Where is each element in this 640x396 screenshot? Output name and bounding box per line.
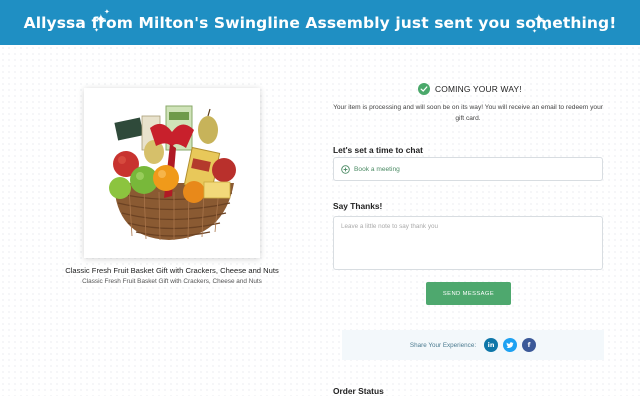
order-status-label: Order Status bbox=[333, 386, 384, 396]
fruit-basket-image bbox=[109, 105, 236, 241]
status-message: Your item is processing and will soon be… bbox=[333, 104, 603, 122]
status-heading: COMING YOUR WAY! bbox=[435, 84, 522, 94]
check-circle-icon bbox=[418, 83, 430, 95]
share-label: Share Your Experience: bbox=[409, 341, 477, 349]
product-title: Classic Fresh Fruit Basket Gift with Cra… bbox=[65, 266, 279, 275]
product-image-card bbox=[84, 88, 260, 258]
banner-title: Allyssa from Milton's Swingline Assembly… bbox=[23, 13, 617, 32]
chat-label: Let's set a time to chat bbox=[333, 145, 423, 155]
thank-you-note-input[interactable] bbox=[333, 216, 603, 270]
status-header: COMING YOUR WAY! bbox=[418, 83, 522, 95]
header-banner: ✦ ✦ ✦ Allyssa from Milton's Swingline As… bbox=[0, 0, 640, 45]
sparkle-icon: ✦ bbox=[532, 29, 538, 35]
sparkle-icon: ✦ bbox=[543, 26, 549, 33]
facebook-icon[interactable]: f bbox=[522, 338, 537, 352]
say-thanks-label: Say Thanks! bbox=[333, 201, 383, 211]
sparkle-icon: ✦ bbox=[94, 28, 100, 34]
share-bar: Share Your Experience: in f bbox=[342, 330, 604, 360]
send-message-button[interactable]: SEND MESSAGE bbox=[426, 282, 511, 305]
book-meeting-label: Book a meeting bbox=[354, 165, 400, 173]
product-subtitle: Classic Fresh Fruit Basket Gift with Cra… bbox=[82, 278, 262, 285]
linkedin-icon[interactable]: in bbox=[484, 338, 499, 352]
sparkle-icon: ✦ bbox=[104, 9, 110, 16]
sparkle-icon: ✦ bbox=[533, 11, 545, 27]
book-meeting-button[interactable]: Book a meeting bbox=[333, 157, 603, 181]
twitter-icon[interactable] bbox=[503, 338, 518, 352]
plus-circle-icon bbox=[341, 164, 350, 174]
